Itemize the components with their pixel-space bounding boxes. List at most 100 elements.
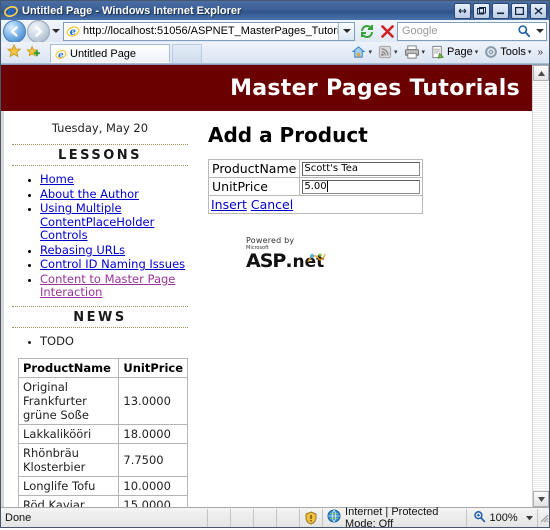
unitprice-input-value: 5.00: [304, 181, 327, 192]
cell-productname: Röd Kaviar: [17, 495, 120, 507]
main-content: Add a Product ProductName Scott's Tea Un…: [196, 111, 532, 271]
site-banner: Master Pages Tutorials: [1, 65, 532, 111]
cell-productname: Longlife Tofu: [17, 476, 120, 496]
cell-unitprice: 15.0000: [118, 495, 188, 507]
form-row-productname: ProductName Scott's Tea: [207, 159, 424, 178]
asp-text: ASP: [246, 250, 286, 272]
print-caret-icon[interactable]: ▾: [422, 48, 426, 56]
browser-window: e Untitled Page - Windows Internet Explo…: [0, 0, 550, 530]
scrollbar-track[interactable]: [533, 81, 549, 491]
sidebar-link-rebasing-urls[interactable]: Rebasing URLs: [40, 243, 125, 257]
insert-link[interactable]: Insert: [211, 197, 247, 212]
address-dropdown-button[interactable]: [338, 22, 354, 40]
address-bar[interactable]: e http://localhost:51056/ASPNET_MasterPa…: [63, 21, 355, 41]
home-caret-icon[interactable]: ▾: [368, 48, 372, 56]
cell-unitprice: 7.7500: [118, 443, 188, 477]
table-row: Longlife Tofu 10.0000: [17, 476, 188, 496]
feeds-caret-icon[interactable]: ▾: [394, 48, 398, 56]
stop-button[interactable]: [377, 21, 397, 41]
search-box[interactable]: Google: [397, 21, 547, 41]
minimize-button[interactable]: [492, 2, 509, 19]
search-input[interactable]: Google: [398, 25, 514, 37]
cell-unitprice: 18.0000: [118, 424, 188, 444]
list-item: Control ID Naming Issues: [40, 257, 188, 272]
forward-button[interactable]: [27, 19, 50, 43]
aspnet-logo: Powered by Microsoft ASP . net: [246, 236, 356, 271]
new-tab-button[interactable]: [172, 44, 202, 63]
sidebar-link-about-the-author[interactable]: About the Author: [40, 187, 139, 201]
browser-viewport: Master Pages Tutorials Tuesday, May 20 L…: [1, 64, 549, 507]
tab-untitled-page[interactable]: e Untitled Page: [50, 44, 170, 63]
favorites-center-icon[interactable]: [6, 43, 22, 61]
recent-pages-dropdown[interactable]: [50, 21, 62, 41]
address-input[interactable]: http://localhost:51056/ASPNET_MasterPage…: [83, 25, 338, 37]
vertical-scrollbar[interactable]: [532, 65, 549, 507]
list-item: About the Author: [40, 187, 188, 202]
refresh-button[interactable]: [357, 21, 377, 41]
status-segment-2: [231, 508, 254, 527]
tools-caret-icon[interactable]: ▾: [528, 48, 532, 56]
close-button[interactable]: [530, 2, 547, 19]
sidebar-link-content-to-master-page-interaction[interactable]: Content to Master Page Interaction: [40, 272, 175, 300]
page-content: Tuesday, May 20 LESSONS Home About the A…: [1, 111, 532, 507]
home-button[interactable]: ▾: [349, 42, 374, 62]
feeds-button[interactable]: ▾: [376, 42, 400, 62]
text-caret: [326, 181, 328, 192]
internet-explorer-icon: e: [4, 4, 18, 18]
aspnet-swoosh-icon: [307, 251, 327, 268]
list-item: Using Multiple ContentPlaceHolder Contro…: [40, 201, 188, 243]
zoom-level-label: 100%: [489, 511, 518, 524]
window-controls: [454, 2, 547, 19]
current-date: Tuesday, May 20: [51, 121, 149, 135]
productname-input[interactable]: Scott's Tea: [302, 161, 421, 176]
resize-grip[interactable]: [538, 512, 549, 523]
add-to-favorites-icon[interactable]: [26, 44, 41, 61]
print-button[interactable]: ▾: [402, 42, 428, 62]
scroll-up-button[interactable]: [533, 65, 549, 81]
tab-label: Untitled Page: [70, 47, 137, 60]
sidebar-link-using-multiple-contentplaceholder-controls[interactable]: Using Multiple ContentPlaceHolder Contro…: [40, 201, 154, 242]
zoom-control[interactable]: 100%: [467, 508, 538, 527]
add-product-formview: ProductName Scott's Tea UnitPrice 5.00 I…: [207, 159, 424, 214]
list-item: Home: [40, 172, 188, 187]
list-item: Content to Master Page Interaction: [40, 272, 188, 300]
table-row: Lakkalikööri 18.0000: [17, 424, 188, 444]
tools-menu-button[interactable]: Tools ▾: [482, 42, 533, 62]
unitprice-input[interactable]: 5.00: [302, 179, 421, 194]
powered-by-label: Powered by: [246, 236, 295, 245]
column-header-unitprice: UnitPrice: [118, 358, 188, 378]
news-heading: NEWS: [73, 309, 127, 325]
search-icon[interactable]: [514, 23, 534, 40]
page-menu-button[interactable]: Page ▾: [429, 42, 480, 62]
page-favicon-icon: e: [66, 24, 80, 38]
table-row: Röd Kaviar 15.0000: [17, 495, 188, 507]
site-title: Master Pages Tutorials: [230, 75, 520, 101]
sidebar-link-control-id-naming-issues[interactable]: Control ID Naming Issues: [40, 257, 185, 271]
command-bar: ▾ ▾ ▾ Page ▾ Tools ▾ »: [349, 41, 547, 63]
security-zone[interactable]: Internet | Protected Mode: Off: [323, 506, 467, 530]
protected-mode-shield-icon: [300, 508, 324, 527]
restore-window-button[interactable]: [473, 2, 490, 19]
page-caret-icon[interactable]: ▾: [475, 48, 479, 56]
cancel-link[interactable]: Cancel: [251, 197, 293, 212]
zoom-dropdown-icon[interactable]: [525, 512, 533, 524]
field-unitprice-cell: 5.00: [299, 177, 424, 196]
sidebar-link-home[interactable]: Home: [40, 172, 74, 186]
globe-icon: [327, 509, 341, 526]
products-table: ProductName UnitPrice Original Frankfurt…: [17, 358, 188, 507]
divider-below-lessons: [12, 165, 188, 166]
table-header-row: ProductName UnitPrice: [17, 358, 188, 378]
maximize-button[interactable]: [511, 2, 528, 19]
web-page: Master Pages Tutorials Tuesday, May 20 L…: [1, 65, 532, 507]
tab-bar: e Untitled Page ▾ ▾ ▾ Page ▾ Tools ▾ »: [1, 42, 549, 64]
list-item: Rebasing URLs: [40, 243, 188, 258]
search-provider-dropdown[interactable]: [534, 23, 546, 40]
svg-text:e: e: [70, 27, 76, 38]
back-button[interactable]: [3, 19, 26, 43]
status-segment-3: [254, 508, 277, 527]
favorites-group: [3, 41, 44, 63]
command-overflow-button[interactable]: »: [535, 42, 545, 62]
cell-productname: Original Frankfurter grüne Soße: [17, 377, 120, 425]
scroll-down-button[interactable]: [533, 491, 549, 507]
restore-down-small-button[interactable]: [454, 2, 471, 19]
